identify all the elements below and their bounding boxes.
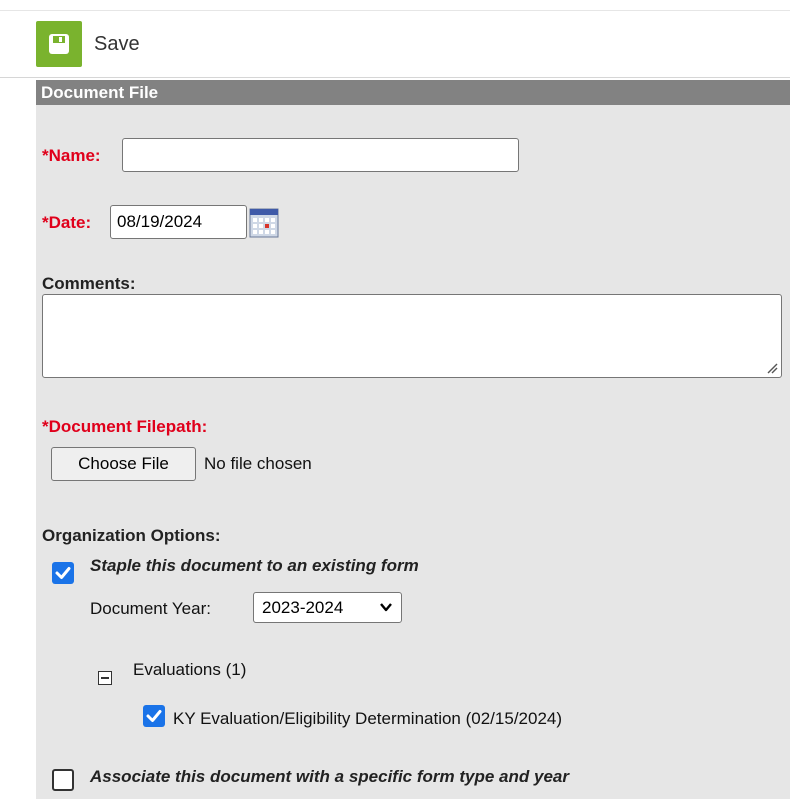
comments-field-wrapper (42, 294, 782, 378)
comments-label: Comments: (42, 274, 136, 293)
panel-header: Document File (36, 80, 790, 105)
document-year-value: 2023-2024 (262, 598, 344, 617)
evaluations-group-label[interactable]: Evaluations (1) (133, 660, 246, 680)
evaluation-item-label: KY Evaluation/Eligibility Determination … (173, 709, 563, 728)
date-input[interactable] (110, 205, 247, 239)
floppy-disk-icon (36, 21, 82, 67)
associate-checkbox[interactable] (52, 769, 74, 791)
evaluation-item-checkbox[interactable] (143, 705, 165, 727)
checkmark-icon (55, 567, 71, 579)
checkmark-icon (146, 710, 162, 722)
choose-file-button[interactable]: Choose File (51, 447, 196, 481)
document-year-label: Document Year: (90, 599, 211, 618)
name-input[interactable] (122, 138, 519, 172)
comments-textarea[interactable] (42, 294, 782, 378)
resize-grip-icon[interactable] (766, 362, 778, 374)
collapse-toggle-icon[interactable] (98, 671, 112, 685)
chevron-down-icon (380, 603, 392, 612)
staple-label: Staple this document to an existing form (90, 556, 419, 575)
document-year-select[interactable]: 2023-2024 (253, 592, 402, 623)
save-label: Save (94, 32, 140, 55)
document-filepath-label: *Document Filepath: (42, 417, 208, 436)
associate-label: Associate this document with a specific … (90, 767, 569, 786)
staple-checkbox[interactable] (52, 562, 74, 584)
document-file-panel: Document File *Name: *Date: Comments: *D… (36, 80, 790, 799)
date-label: *Date: (42, 213, 92, 232)
save-button[interactable]: Save (36, 20, 140, 68)
organization-options-label: Organization Options: (42, 526, 221, 545)
no-file-chosen-text: No file chosen (204, 454, 312, 473)
name-label: *Name: (42, 146, 101, 165)
toolbar-divider (0, 77, 790, 78)
calendar-icon[interactable] (249, 208, 279, 238)
toolbar: Save (0, 11, 790, 77)
